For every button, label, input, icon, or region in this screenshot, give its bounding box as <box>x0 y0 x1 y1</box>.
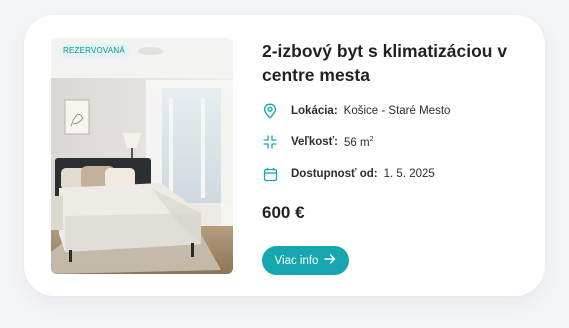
arrow-right-icon <box>324 254 336 267</box>
size-number: 56 m <box>344 136 370 149</box>
location-row: Lokácia: Košice - Staré Mesto <box>262 101 450 121</box>
availability-label: Dostupnosť od: <box>291 168 378 180</box>
size-label: Veľkosť: <box>291 136 339 148</box>
more-info-button[interactable]: Viac info <box>262 246 349 275</box>
bedroom-image <box>51 38 233 274</box>
map-pin-icon <box>262 103 278 119</box>
more-info-label: Viac info <box>274 254 319 267</box>
listing-card: REZERVOVANÁ 2-izbový byt s klimatizáciou… <box>24 15 545 296</box>
availability-row: Dostupnosť od: 1. 5. 2025 <box>262 164 435 184</box>
availability-value: 1. 5. 2025 <box>383 168 435 180</box>
size-unit-superscript: 2 <box>369 135 374 143</box>
price: 600 € <box>262 203 305 222</box>
location-label: Lokácia: <box>291 105 338 117</box>
size-row: Veľkosť: 56 m2 <box>262 132 374 152</box>
listing-title: 2-izbový byt s klimatizáciou v centre me… <box>262 41 508 85</box>
listing-photo[interactable]: REZERVOVANÁ <box>51 38 233 274</box>
reserved-badge: REZERVOVANÁ <box>57 44 131 57</box>
resize-icon <box>262 134 278 150</box>
size-value: 56 m2 <box>344 136 373 149</box>
location-value: Košice - Staré Mesto <box>343 105 451 117</box>
calendar-icon <box>262 166 278 182</box>
